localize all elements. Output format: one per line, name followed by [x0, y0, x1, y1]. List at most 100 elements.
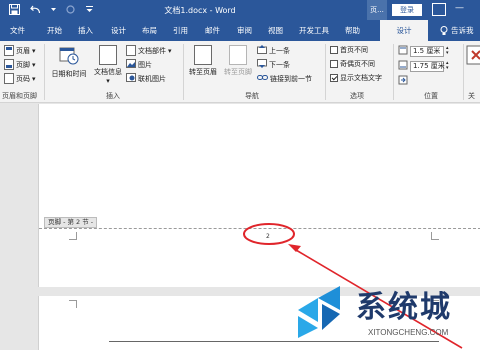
previous-label: 上一条: [269, 46, 290, 55]
window-title: 文档1.docx - Word: [164, 6, 236, 15]
tab-insert[interactable]: 插入: [78, 25, 93, 36]
footer-section-tag: 页脚 - 第 2 节 -: [44, 217, 98, 228]
margin-corner-mark: [69, 232, 77, 240]
page-2-top-line: [109, 341, 439, 342]
different-first-label: 首页不同: [340, 46, 368, 54]
page-number-icon: [4, 73, 14, 84]
footer-icon: [4, 59, 14, 70]
different-odd-even-label: 奇偶页不同: [340, 60, 375, 68]
chevron-down-icon: ▾: [32, 46, 36, 55]
goto-header-button[interactable]: 转至页眉: [186, 45, 220, 77]
date-time-button[interactable]: 日期和时间: [48, 45, 90, 79]
doc-info-button[interactable]: 文档信息 ▾: [90, 45, 126, 85]
previous-button[interactable]: 上一条: [257, 45, 290, 56]
header-label: 页眉: [16, 46, 30, 55]
goto-footer-label: 转至页脚: [224, 68, 252, 76]
spinner-icon[interactable]: ▴ ▾: [446, 46, 449, 56]
date-time-label: 日期和时间: [51, 70, 87, 78]
goto-header-label: 转至页眉: [189, 68, 217, 76]
different-odd-even-checkbox[interactable]: 奇偶页不同: [330, 59, 375, 69]
header-icon: [4, 45, 14, 56]
context-tab-label: 页...: [367, 0, 387, 20]
tab-layout[interactable]: 布局: [142, 25, 157, 36]
footer-button[interactable]: 页脚 ▾: [4, 59, 36, 70]
link-previous-button[interactable]: 链接到前一节: [257, 73, 312, 84]
next-icon: [257, 59, 267, 70]
picture-icon: [126, 59, 136, 70]
online-pictures-button[interactable]: 联机图片: [126, 73, 166, 84]
insert-alignment-tab-button[interactable]: [398, 75, 408, 87]
group-label-options: 选项: [350, 92, 364, 100]
calendar-clock-icon: [48, 45, 90, 67]
header-button[interactable]: 页眉 ▾: [4, 45, 36, 56]
header-position-input[interactable]: 1.5 厘米: [410, 45, 444, 57]
checkbox-icon: [330, 46, 338, 54]
close-header-footer-icon: [466, 45, 480, 67]
pictures-button[interactable]: 图片: [126, 59, 152, 70]
ribbon-tabs: 文件 开始 插入 设计 布局 引用 邮件 审阅 视图 开发工具 帮助 设计 告诉…: [0, 20, 480, 41]
doc-info-label: 文档信息: [94, 68, 122, 76]
tab-mailings[interactable]: 邮件: [205, 25, 220, 36]
goto-footer-button[interactable]: 转至页脚: [221, 45, 255, 77]
tab-design-doc[interactable]: 设计: [111, 25, 126, 36]
next-button[interactable]: 下一条: [257, 59, 290, 70]
checkbox-icon: [330, 60, 338, 68]
group-label-header-footer: 页眉和页脚: [2, 92, 37, 100]
watermark-url: XITONGCHENG.COM: [368, 328, 449, 337]
document-info-icon: [99, 45, 117, 65]
watermark-text: 系统城: [356, 290, 452, 325]
close-group-label: 关: [468, 92, 475, 100]
footer-position-input[interactable]: 1.75 厘米: [410, 60, 445, 72]
goto-footer-icon: [229, 45, 247, 65]
link-icon: [257, 73, 268, 84]
tab-view[interactable]: 视图: [268, 25, 283, 36]
margin-corner-mark: [69, 300, 77, 308]
tab-home[interactable]: 开始: [47, 25, 62, 36]
checkbox-checked-icon: [330, 74, 338, 82]
close-header-footer-button[interactable]: [466, 45, 480, 69]
margin-corner-mark: [431, 232, 439, 240]
chevron-down-icon: ▾: [32, 74, 36, 83]
tab-references[interactable]: 引用: [173, 25, 188, 36]
page-number-field[interactable]: 2: [266, 233, 270, 240]
pictures-label: 图片: [138, 60, 152, 69]
tell-me-label: 告诉我: [451, 26, 474, 35]
online-pictures-label: 联机图片: [138, 74, 166, 83]
tab-help[interactable]: 帮助: [345, 25, 360, 36]
group-divider: [463, 44, 464, 100]
online-picture-icon: [126, 73, 136, 84]
tell-me-box[interactable]: 告诉我: [440, 25, 474, 36]
header-position-icon: [398, 45, 408, 57]
spinner-icon[interactable]: ▴ ▾: [446, 61, 449, 71]
tab-review[interactable]: 审阅: [237, 25, 252, 36]
ribbon-display-options-icon[interactable]: [432, 3, 446, 16]
page-number-button[interactable]: 页码 ▾: [4, 73, 36, 84]
footer-position-field[interactable]: 1.75 厘米 ▴ ▾: [398, 60, 449, 72]
tab-developer[interactable]: 开发工具: [299, 25, 329, 36]
header-position-field[interactable]: 1.5 厘米 ▴ ▾: [398, 45, 449, 57]
title-bar: 文档1.docx - Word 页... 登录 —: [0, 0, 480, 20]
chevron-down-icon: ▾: [32, 60, 36, 69]
minimize-button[interactable]: —: [455, 3, 464, 13]
show-doc-text-label: 显示文档文字: [340, 74, 382, 82]
chevron-down-icon: ▾: [106, 77, 110, 85]
tab-file[interactable]: 文件: [10, 25, 25, 36]
group-divider: [183, 44, 184, 100]
quick-parts-label: 文档部件: [138, 46, 166, 55]
different-first-page-checkbox[interactable]: 首页不同: [330, 45, 368, 55]
alignment-tab-icon: [398, 75, 408, 87]
goto-header-icon: [194, 45, 212, 65]
show-document-text-checkbox[interactable]: 显示文档文字: [330, 73, 382, 83]
group-divider: [325, 44, 326, 100]
login-button[interactable]: 登录: [392, 4, 422, 16]
quick-parts-button[interactable]: 文档部件 ▾: [126, 45, 172, 56]
page-1[interactable]: 页脚 - 第 2 节 - 2: [38, 104, 480, 287]
group-divider: [44, 44, 45, 100]
chevron-down-icon: ▾: [168, 46, 172, 55]
tab-header-footer-design[interactable]: 设计: [380, 20, 428, 41]
group-label-position: 位置: [424, 92, 438, 100]
word-window: 文档1.docx - Word 页... 登录 — 文件 开始 插入 设计 布局…: [0, 0, 480, 350]
group-label-navigation: 导航: [245, 92, 259, 100]
next-label: 下一条: [269, 60, 290, 69]
group-label-insert: 插入: [106, 92, 120, 100]
